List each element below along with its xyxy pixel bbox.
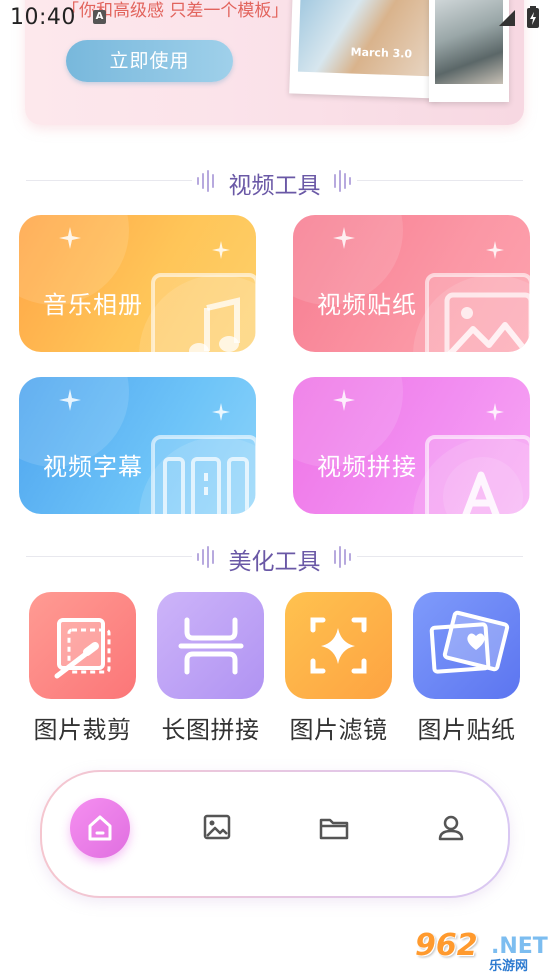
image-filter-tool[interactable]: 图片滤镜 [271, 592, 401, 752]
video-tools-title: 视频工具 [228, 173, 321, 199]
long-image-tile[interactable] [157, 592, 264, 699]
photo-sticker-icon [429, 610, 510, 674]
long-image-tool[interactable]: 长图拼接 [143, 592, 273, 752]
nav-folder[interactable] [304, 798, 364, 858]
beauty-tools-title: 美化工具 [228, 549, 321, 575]
nav-profile[interactable] [421, 798, 481, 858]
video-tools-header: 视频工具 [0, 164, 549, 199]
status-time: 10:40 [10, 5, 76, 30]
long-image-icon [178, 617, 244, 675]
music-album-label: 音乐相册 [43, 291, 143, 319]
video-splice-label: 视频拼接 [317, 453, 417, 481]
battery-icon [527, 6, 539, 28]
video-subtitle-label: 视频字幕 [43, 453, 143, 481]
music-note-icon [151, 273, 256, 352]
home-icon [88, 815, 112, 841]
video-sticker-label: 视频贴纸 [317, 291, 417, 319]
subtitle-icon [151, 435, 256, 514]
profile-icon [438, 815, 464, 841]
music-album-card[interactable]: 音乐相册 [19, 215, 256, 352]
image-sticker-tool[interactable]: 图片贴纸 [399, 592, 529, 752]
signal-icon [499, 10, 515, 26]
wave-right-icon [334, 170, 351, 192]
image-filter-tile[interactable] [285, 592, 392, 699]
watermark-site: 乐游网 [489, 959, 529, 974]
filter-icon [310, 617, 367, 674]
site-watermark: 962 .NET 乐游网 [405, 928, 548, 974]
image-crop-tool[interactable]: 图片裁剪 [15, 592, 145, 752]
crop-icon [54, 618, 111, 679]
text-a-icon [425, 435, 530, 514]
gallery-icon [203, 814, 231, 840]
video-subtitle-card[interactable]: 视频字幕 [19, 377, 256, 514]
photo-caption: March 3.0 [350, 45, 413, 61]
long-image-label: 长图拼接 [161, 716, 260, 744]
image-crop-label: 图片裁剪 [33, 716, 132, 744]
image-sticker-label: 图片贴纸 [417, 716, 516, 744]
video-splice-card[interactable]: 视频拼接 [293, 377, 530, 514]
image-sticker-icon [425, 273, 530, 352]
status-bar: 10:40 A [0, 0, 549, 40]
bottom-nav [40, 770, 510, 898]
folder-icon [319, 818, 349, 840]
video-sticker-card[interactable]: 视频贴纸 [293, 215, 530, 352]
image-sticker-tile[interactable] [413, 592, 520, 699]
watermark-number: 962 [415, 928, 478, 963]
nav-home[interactable] [70, 798, 130, 858]
wave-right-icon [334, 546, 351, 568]
nav-gallery[interactable] [187, 798, 247, 858]
image-filter-label: 图片滤镜 [289, 716, 388, 744]
image-crop-tile[interactable] [29, 592, 136, 699]
notification-icon: A [93, 10, 106, 24]
beauty-tools-header: 美化工具 [0, 540, 549, 575]
use-now-button[interactable]: 立即使用 [66, 40, 233, 82]
